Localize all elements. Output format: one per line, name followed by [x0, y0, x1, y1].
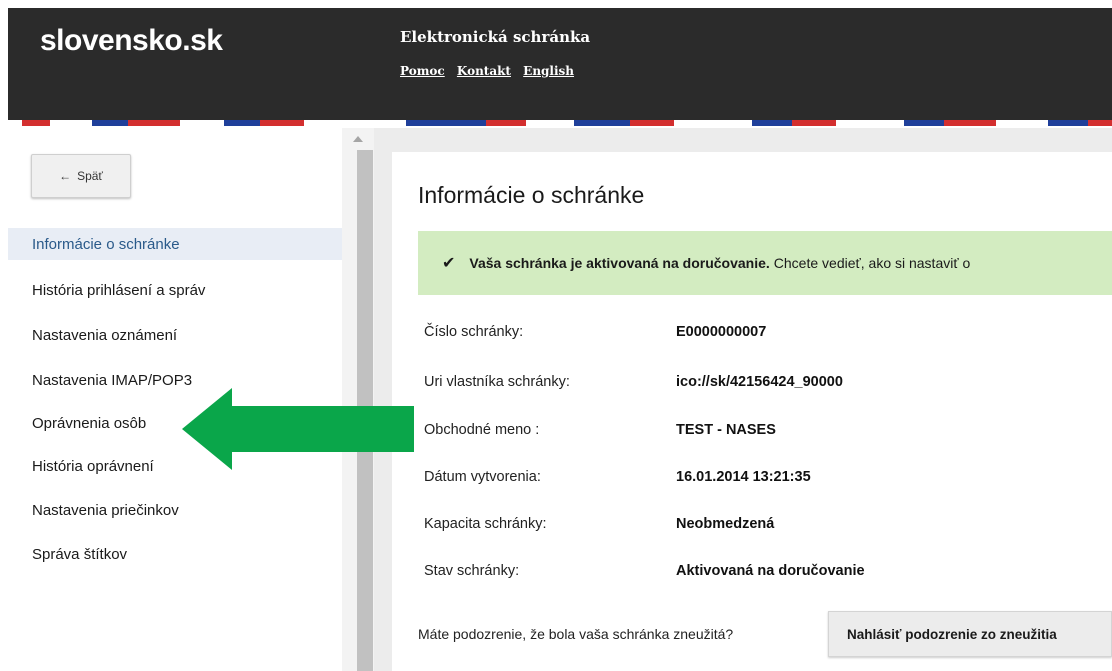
owner-uri-value: ico://sk/42156424_90000	[676, 374, 843, 390]
page-title: Informácie o schránke	[418, 182, 645, 208]
sidebar-item-folder-settings[interactable]: Nastavenia priečinkov	[8, 494, 342, 526]
app-title: Elektronická schránka	[400, 28, 591, 46]
checkmark-icon: ✔	[442, 255, 456, 272]
site-logo[interactable]: slovensko.sk	[40, 24, 223, 58]
alert-text: Chcete vedieť, ako si nastaviť o	[773, 255, 971, 271]
header-links: Pomoc Kontakt English	[400, 64, 582, 78]
site-header: slovensko.sk Elektronická schránka Pomoc…	[8, 8, 1112, 120]
mailbox-number-value: E0000000007	[676, 324, 767, 340]
mailbox-number-label: Číslo schránky:	[424, 324, 524, 340]
back-button-label: Späť	[77, 169, 103, 183]
mailbox-status-value: Aktivovaná na doručovanie	[676, 563, 865, 579]
alert-bold-text: Vaša schránka je aktivovaná na doručovan…	[469, 255, 770, 271]
contact-link[interactable]: Kontakt	[457, 64, 511, 78]
english-link[interactable]: English	[523, 64, 574, 78]
created-date-value: 16.01.2014 13:21:35	[676, 469, 811, 485]
annotation-arrow-icon	[182, 388, 414, 470]
business-name-value: TEST - NASES	[676, 422, 776, 438]
report-abuse-button[interactable]: Nahlásiť podozrenie zo zneužitia	[828, 611, 1112, 657]
help-link[interactable]: Pomoc	[400, 64, 445, 78]
back-button[interactable]: ← Späť	[31, 154, 131, 198]
capacity-value: Neobmedzená	[676, 516, 775, 532]
header-stripe	[8, 120, 1112, 128]
mailbox-status-label: Stav schránky:	[424, 563, 520, 579]
sidebar-item-notification-settings[interactable]: Nastavenia oznámení	[8, 319, 342, 351]
content-panel	[392, 152, 1112, 671]
sidebar-item-labels[interactable]: Správa štítkov	[8, 538, 342, 570]
arrow-left-icon: ←	[59, 169, 72, 183]
activation-alert: ✔ Vaša schránka je aktivovaná na doručov…	[418, 231, 1112, 295]
capacity-label: Kapacita schránky:	[424, 516, 547, 532]
scroll-up-icon[interactable]	[353, 136, 363, 142]
owner-uri-label: Uri vlastníka schránky:	[424, 374, 570, 390]
sidebar-item-login-history[interactable]: História prihlásení a správ	[8, 274, 342, 306]
abuse-question: Máte podozrenie, že bola vaša schránka z…	[418, 626, 734, 642]
created-date-label: Dátum vytvorenia:	[424, 469, 541, 485]
business-name-label: Obchodné meno :	[424, 422, 540, 438]
sidebar-item-mailbox-info[interactable]: Informácie o schránke	[8, 228, 342, 260]
